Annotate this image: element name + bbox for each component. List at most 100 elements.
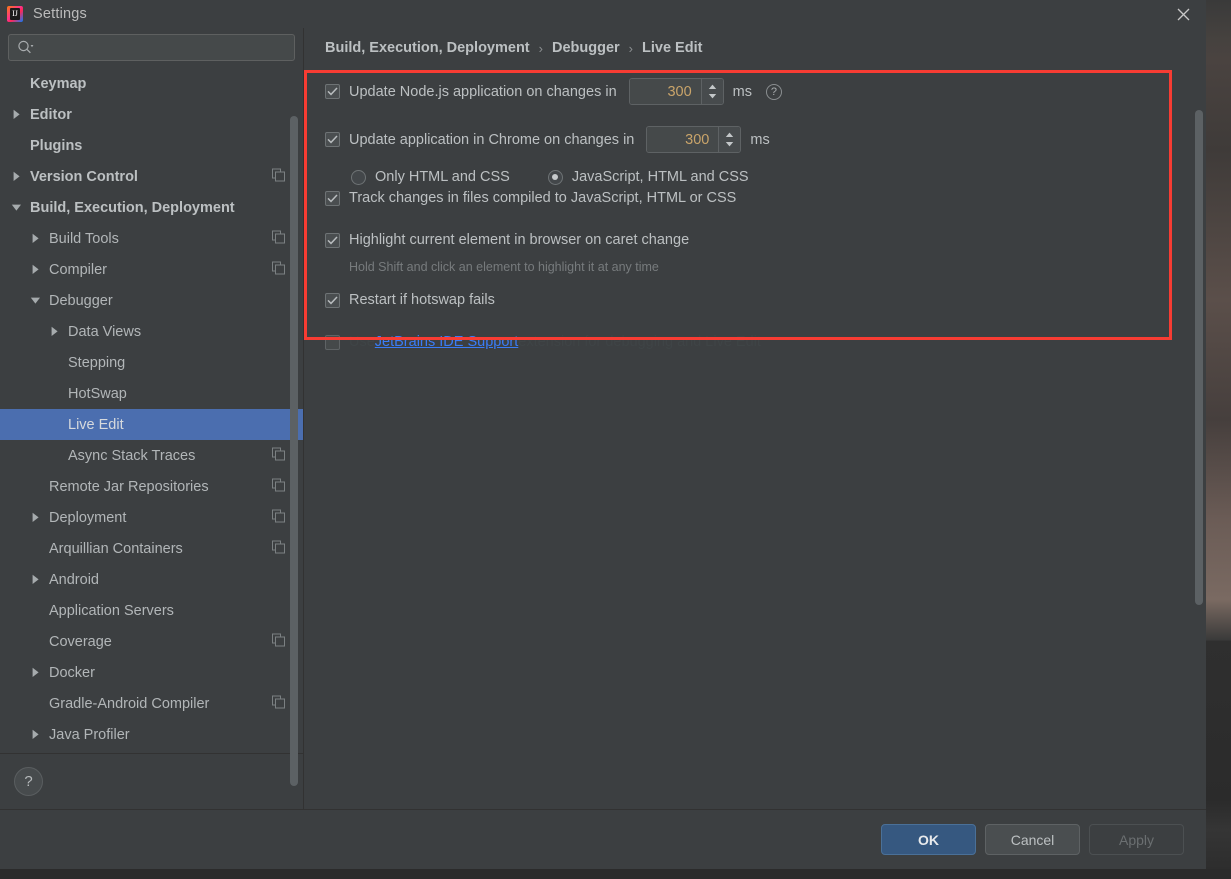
copy-settings-icon[interactable] [272,447,285,464]
sidebar-item-gradle-android-compiler[interactable]: Gradle-Android Compiler [0,688,303,719]
node-update-label: Update Node.js application on changes in [349,83,617,100]
search-icon [17,40,34,55]
copy-settings-icon[interactable] [272,168,285,185]
copy-settings-icon[interactable] [272,478,285,495]
question-mark-icon[interactable]: ? [765,83,782,100]
restart-hotswap-checkbox[interactable] [325,292,340,308]
sidebar-item-async-stack-traces[interactable]: Async Stack Traces [0,440,303,471]
sidebar-item-build-tools[interactable]: Build Tools [0,223,303,254]
highlight-element-row: Highlight current element in browser on … [325,227,1206,253]
chrome-update-value[interactable]: 300 [647,127,719,152]
radio-only-html-css-label: Only HTML and CSS [375,169,510,185]
chevron-up-icon [708,84,716,89]
sidebar-item-debugger[interactable]: Debugger [0,285,303,316]
settings-pane: Update Node.js application on changes in… [304,68,1206,809]
chrome-update-row: Update application in Chrome on changes … [325,126,1206,153]
ide-support-suffix: extension for debugging and Live Edit [518,334,761,350]
sidebar-scrollbar-thumb[interactable] [290,116,298,786]
apply-button[interactable]: Apply [1089,824,1184,855]
radio-js-html-css[interactable] [547,169,563,185]
sidebar-item-hotswap[interactable]: HotSwap [0,378,303,409]
sidebar-item-coverage[interactable]: Coverage [0,626,303,657]
chrome-update-spinner[interactable]: 300 [646,126,742,153]
node-update-stepper[interactable] [700,79,723,104]
close-icon[interactable] [1160,0,1206,28]
jetbrains-ide-support-link[interactable]: JetBrains IDE Support [375,334,518,350]
copy-settings-icon[interactable] [272,633,285,650]
sidebar-item-compiler[interactable]: Compiler [0,254,303,285]
breadcrumb: Build, Execution, Deployment › Debugger … [304,28,1206,68]
chrome-update-stepper[interactable] [718,127,741,152]
node-update-checkbox[interactable] [325,84,340,99]
chevron-down-icon[interactable] [29,294,42,307]
sidebar-item-label: Gradle-Android Compiler [49,695,210,712]
restart-hotswap-label: Restart if hotswap fails [349,292,495,308]
sidebar-item-label: Arquillian Containers [49,540,183,557]
copy-settings-icon[interactable] [272,261,285,278]
sidebar-item-label: Java Profiler [49,726,130,743]
search-container [0,28,303,68]
search-box[interactable] [8,34,295,61]
breadcrumb-item-1[interactable]: Debugger [552,40,620,56]
chevron-right-icon[interactable] [29,573,42,586]
sidebar-item-stepping[interactable]: Stepping [0,347,303,378]
chevron-right-icon[interactable] [29,511,42,524]
sidebar-item-remote-jar-repositories[interactable]: Remote Jar Repositories [0,471,303,502]
track-changes-label: Track changes in files compiled to JavaS… [349,190,737,206]
highlight-element-checkbox[interactable] [325,232,340,248]
track-changes-checkbox[interactable] [325,190,340,206]
sidebar-item-label: Data Views [68,323,142,340]
sidebar-item-data-views[interactable]: Data Views [0,316,303,347]
copy-settings-icon[interactable] [272,695,285,712]
help-button[interactable]: ? [14,767,43,796]
radio-only-html-css[interactable] [351,169,366,185]
sidebar-item-docker[interactable]: Docker [0,657,303,688]
chevron-right-icon[interactable] [29,666,42,679]
sidebar-item-required-plugins[interactable]: Required Plugins [0,750,303,753]
sidebar-item-java-profiler[interactable]: Java Profiler [0,719,303,750]
scope-radio-group: Only HTML and CSS JavaScript, HTML and C… [325,169,1206,185]
sidebar-item-keymap[interactable]: Keymap [0,68,303,99]
restart-hotswap-row: Restart if hotswap fails [325,287,1206,313]
sidebar-item-application-servers[interactable]: Application Servers [0,595,303,626]
breadcrumb-item-0[interactable]: Build, Execution, Deployment [325,40,530,56]
search-input[interactable] [34,40,294,55]
chevron-right-icon[interactable] [10,108,23,121]
intellij-idea-icon: IJ [7,6,23,22]
ide-support-row: Use JetBrains IDE Support extension for … [325,329,1206,355]
sidebar-item-version-control[interactable]: Version Control [0,161,303,192]
ide-support-checkbox[interactable] [325,334,340,350]
cancel-button[interactable]: Cancel [985,824,1080,855]
chevron-right-icon[interactable] [48,325,61,338]
sidebar-footer: ? [0,753,303,809]
chevron-down-icon[interactable] [10,201,23,214]
background-editor-strip [1205,0,1231,879]
dialog-title: Settings [33,6,87,22]
node-update-value[interactable]: 300 [629,79,701,104]
breadcrumb-separator: › [538,40,543,56]
node-update-spinner[interactable]: 300 [628,78,724,105]
sidebar-item-arquillian-containers[interactable]: Arquillian Containers [0,533,303,564]
sidebar-item-editor[interactable]: Editor [0,99,303,130]
chevron-right-icon[interactable] [29,232,42,245]
copy-settings-icon[interactable] [272,230,285,247]
copy-settings-icon[interactable] [272,509,285,526]
sidebar-item-label: HotSwap [68,385,127,402]
copy-settings-icon[interactable] [272,540,285,557]
sidebar-item-label: Plugins [30,137,83,154]
sidebar-item-plugins[interactable]: Plugins [0,130,303,161]
sidebar-item-deployment[interactable]: Deployment [0,502,303,533]
sidebar-item-build-execution-deployment[interactable]: Build, Execution, Deployment [0,192,303,223]
sidebar-item-android[interactable]: Android [0,564,303,595]
chevron-right-icon[interactable] [29,728,42,741]
settings-tree[interactable]: Keymap Editor Plugins Version Control Build,… [0,68,303,753]
node-update-row: Update Node.js application on changes in… [325,78,1206,105]
sidebar-item-label: Editor [30,106,72,123]
content-scrollbar-thumb[interactable] [1195,110,1203,605]
sidebar-item-label: Application Servers [49,602,174,619]
chevron-right-icon[interactable] [10,170,23,183]
ok-button[interactable]: OK [881,824,976,855]
sidebar-item-live-edit[interactable]: Live Edit [0,409,303,440]
chrome-update-checkbox[interactable] [325,132,340,147]
chevron-right-icon[interactable] [29,263,42,276]
